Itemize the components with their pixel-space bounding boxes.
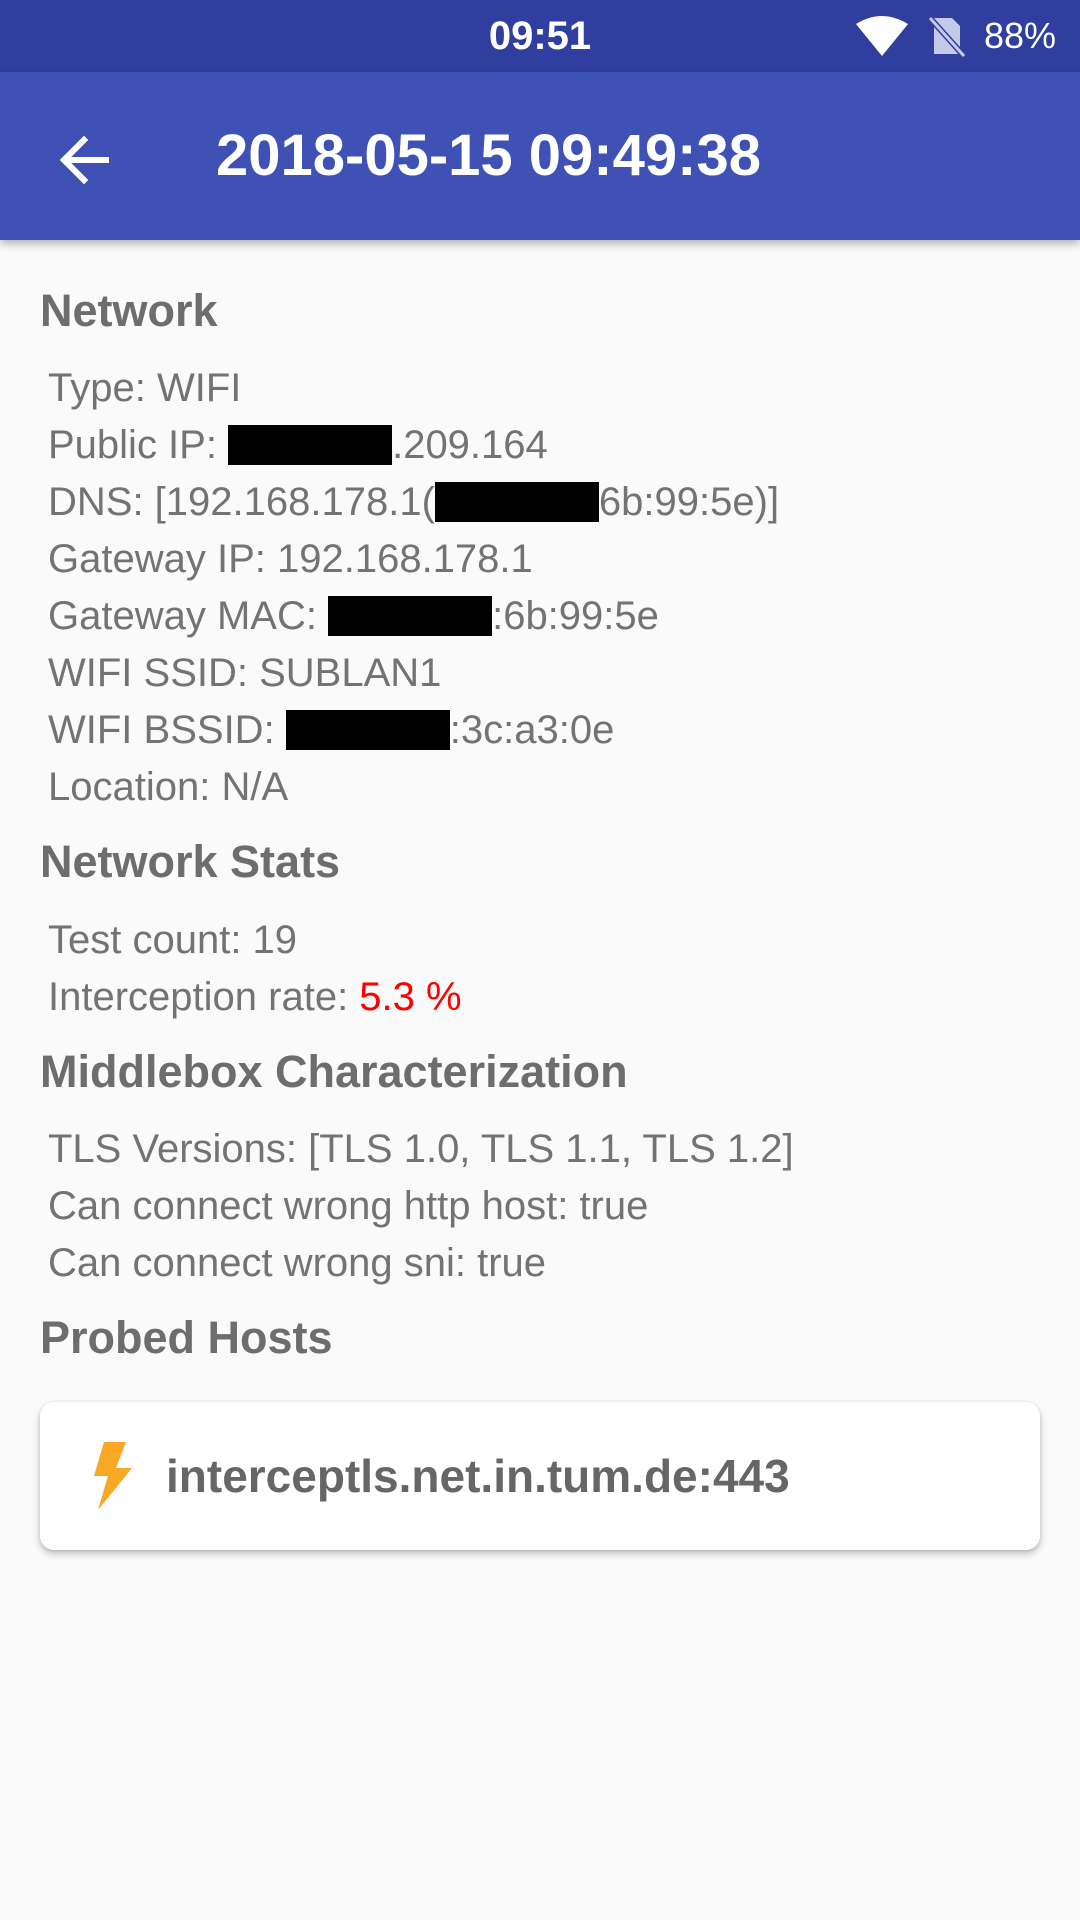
wifi-bssid-label: WIFI BSSID: (48, 708, 286, 752)
dns-suffix: 6b:99:5e)] (598, 480, 780, 524)
redaction-bar (328, 596, 493, 636)
probed-host-label: interceptls.net.in.tum.de:443 (166, 1450, 790, 1502)
gateway-ip: Gateway IP: 192.168.178.1 (48, 537, 533, 581)
test-count: Test count: 19 (48, 918, 298, 962)
public-ip-suffix: .209.164 (392, 423, 548, 467)
status-icons: 88% (855, 12, 1056, 60)
interception-rate: Interception rate: 5.3 % (48, 973, 462, 1021)
interception-rate-label: Interception rate: (48, 975, 360, 1019)
public-ip-label: Public IP: (48, 423, 229, 467)
arrow-back-icon (59, 135, 109, 185)
section-title-probed-hosts: Probed Hosts (40, 1312, 333, 1363)
gateway-mac: Gateway MAC: :6b:99:5e (48, 592, 659, 640)
section-title-middlebox: Middlebox Characterization (40, 1046, 628, 1097)
tls-versions: TLS Versions: [TLS 1.0, TLS 1.1, TLS 1.2… (48, 1127, 794, 1171)
app-bar: 2018-05-15 09:49:38 (0, 72, 1080, 240)
section-title-network: Network (40, 285, 218, 336)
redaction-bar (285, 710, 450, 750)
network-type: Type: WIFI (48, 366, 242, 410)
dns-label: DNS: [192.168.178.1( (48, 480, 435, 524)
gateway-mac-suffix: :6b:99:5e (492, 594, 659, 638)
wrong-sni: Can connect wrong sni: true (48, 1241, 547, 1285)
location: Location: N/A (48, 765, 289, 809)
redaction-bar (434, 482, 599, 522)
no-sim-icon (927, 15, 966, 58)
probed-host-card[interactable]: interceptls.net.in.tum.de:443 (40, 1402, 1040, 1550)
back-button[interactable] (40, 116, 128, 204)
dns: DNS: [192.168.178.1( 6b:99:5e)] (48, 478, 779, 526)
wifi-bssid: WIFI BSSID: :3c:a3:0e (48, 706, 614, 754)
wifi-bssid-suffix: :3c:a3:0e (449, 708, 615, 752)
wifi-icon (855, 16, 908, 56)
wifi-ssid: WIFI SSID: SUBLAN1 (48, 651, 442, 695)
page-title: 2018-05-15 09:49:38 (216, 123, 761, 188)
lightning-bolt-icon (94, 1442, 132, 1510)
redaction-bar (228, 425, 393, 465)
wrong-http-host: Can connect wrong http host: true (48, 1184, 649, 1228)
interception-rate-value: 5.3 % (359, 975, 462, 1019)
status-bar: 09:51 88% (0, 0, 1080, 72)
battery-level: 88% (983, 15, 1056, 56)
section-title-network-stats: Network Stats (40, 836, 341, 887)
public-ip: Public IP: .209.164 (48, 421, 548, 469)
gateway-mac-label: Gateway MAC: (48, 594, 329, 638)
